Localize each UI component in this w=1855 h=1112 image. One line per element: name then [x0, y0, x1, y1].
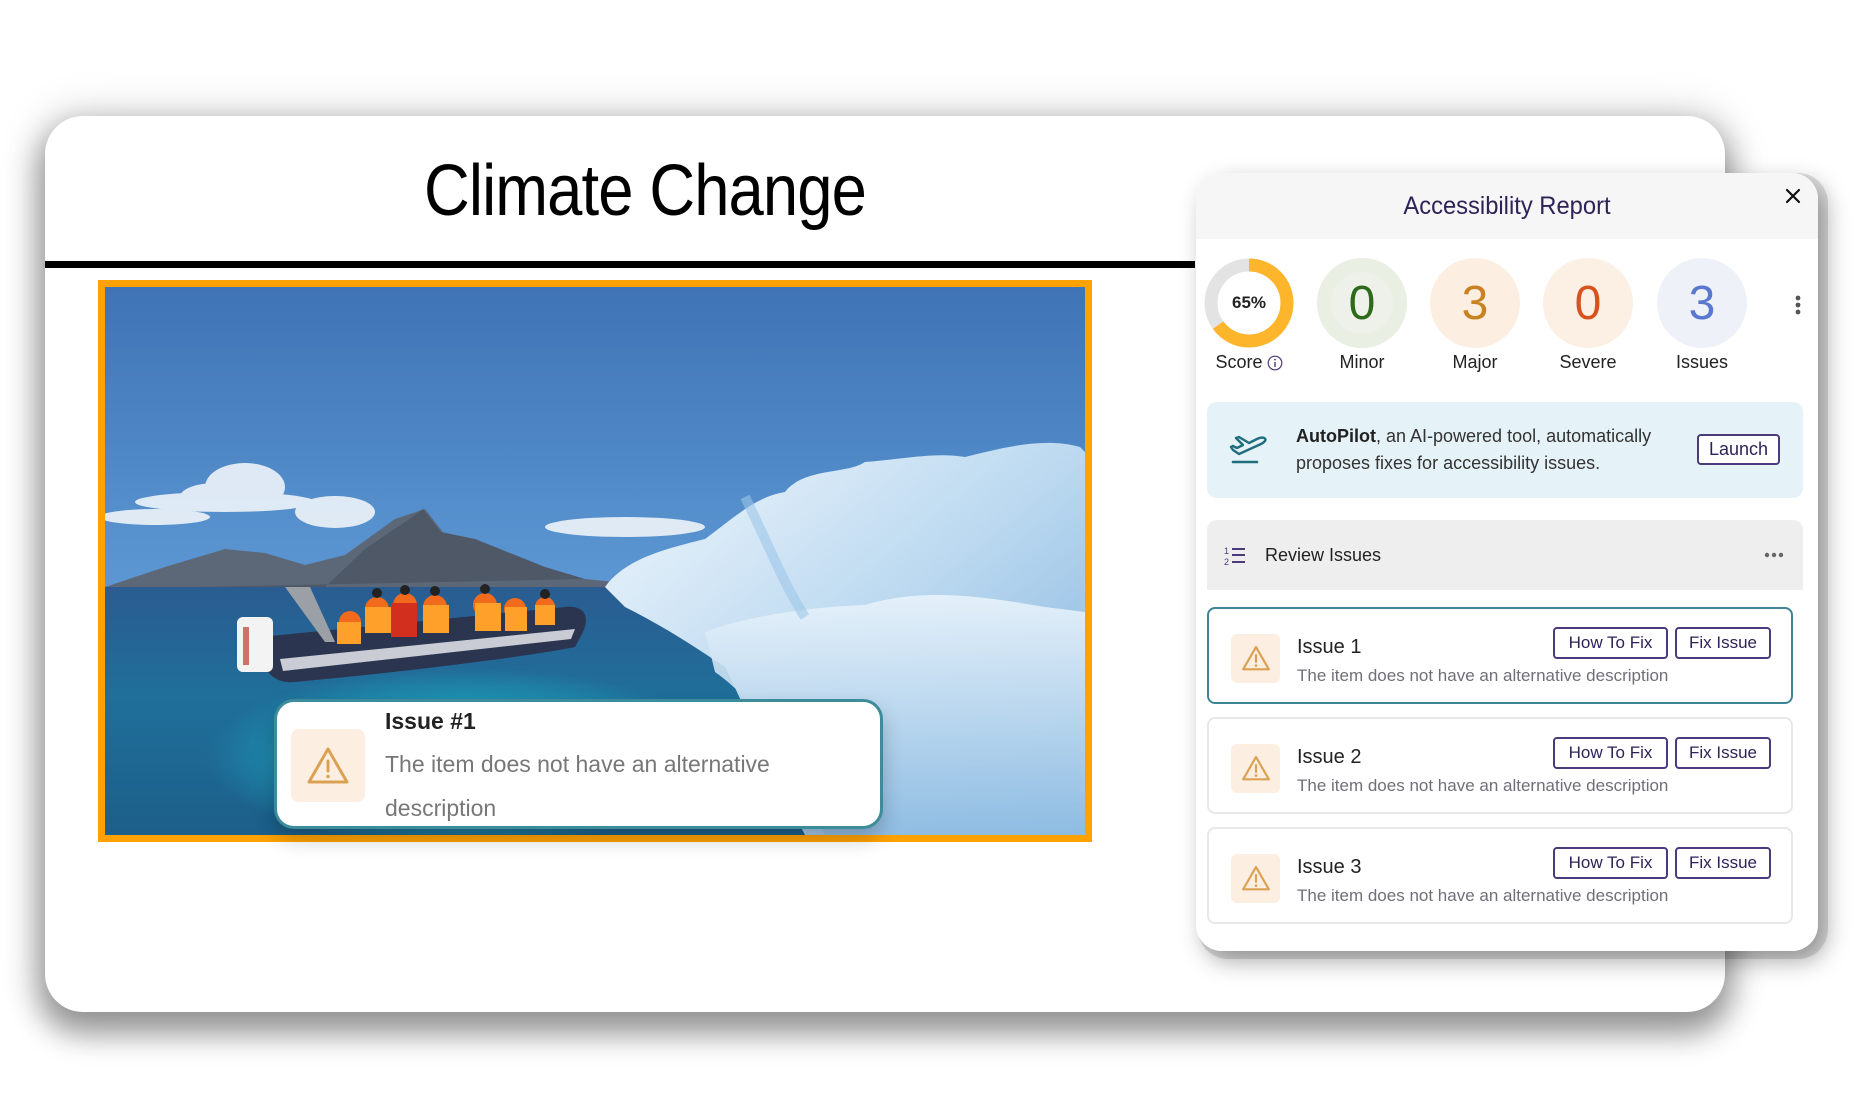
issues-label: Issues — [1675, 352, 1729, 372]
autopilot-description: AutoPilot, an AI-powered tool, automatic… — [1296, 423, 1696, 477]
fix-issue-button[interactable]: Fix Issue — [1675, 847, 1771, 879]
info-icon[interactable] — [1267, 355, 1283, 371]
autopilot-name: AutoPilot — [1296, 426, 1376, 446]
autopilot-text-1: , an AI-powered tool, automatically — [1375, 426, 1652, 446]
launch-button[interactable]: Launch — [1697, 434, 1780, 465]
stat-major[interactable]: 3 Major — [1425, 258, 1525, 373]
issues-count: 3 — [1688, 276, 1716, 330]
close-icon — [1785, 188, 1801, 204]
issue-title: Issue 3 — [1297, 856, 1362, 878]
warning-triangle-icon — [307, 747, 349, 783]
issue-warning-badge — [1231, 854, 1280, 903]
stats-row: 65% Score 0 Minor 3 Major 0 Severe 3 Iss… — [1196, 258, 1818, 372]
severe-count-circle: 0 — [1543, 258, 1633, 348]
svg-text:1: 1 — [1224, 546, 1229, 556]
accessibility-report-panel: Accessibility Report 65% Score 0 Minor 3… — [1196, 173, 1818, 951]
major-count: 3 — [1461, 276, 1489, 330]
minor-count-circle: 0 — [1317, 258, 1407, 348]
review-issues-header[interactable]: 1 2 Review Issues — [1207, 520, 1803, 590]
issue-card[interactable]: Issue 1 The item does not have an altern… — [1207, 607, 1793, 704]
stat-severe[interactable]: 0 Severe — [1538, 258, 1638, 373]
review-more-button[interactable] — [1759, 540, 1789, 570]
issue-description: The item does not have an alternative de… — [1297, 666, 1669, 685]
major-count-circle: 3 — [1430, 258, 1520, 348]
autopilot-banner: AutoPilot, an AI-powered tool, automatic… — [1207, 402, 1803, 498]
fix-issue-button[interactable]: Fix Issue — [1675, 627, 1771, 659]
issues-count-circle: 3 — [1657, 258, 1747, 348]
panel-title: Accessibility Report — [1403, 192, 1611, 220]
issue-description: The item does not have an alternative de… — [1297, 776, 1669, 795]
autopilot-icon-wrap — [1227, 432, 1271, 473]
airplane-takeoff-icon — [1229, 435, 1267, 464]
minor-count: 0 — [1348, 276, 1376, 330]
autopilot-text-2: proposes fixes for accessibility issues. — [1296, 453, 1601, 473]
fix-issue-button[interactable]: Fix Issue — [1675, 737, 1771, 769]
tooltip-warning-badge — [291, 729, 365, 802]
more-options-button[interactable] — [1788, 290, 1808, 320]
score-percent: 65% — [1231, 293, 1267, 312]
panel-header: Accessibility Report — [1196, 173, 1818, 239]
issue-title: Issue 1 — [1297, 636, 1362, 658]
issue-description: The item does not have an alternative de… — [1297, 886, 1669, 905]
tooltip-description: The item does not have an alternative de… — [385, 751, 770, 821]
close-button[interactable] — [1780, 183, 1806, 209]
tooltip-title: Issue #1 — [385, 708, 476, 734]
severe-count: 0 — [1574, 276, 1602, 330]
review-issues-title: Review Issues — [1265, 545, 1382, 565]
warning-triangle-icon — [1241, 865, 1270, 891]
issue-warning-badge — [1231, 744, 1280, 793]
how-to-fix-button[interactable]: How To Fix — [1553, 737, 1668, 769]
issue-tooltip: Issue #1 The item does not have an alter… — [274, 699, 883, 829]
how-to-fix-button[interactable]: How To Fix — [1553, 847, 1668, 879]
how-to-fix-button[interactable]: How To Fix — [1553, 627, 1668, 659]
warning-triangle-icon — [1241, 755, 1270, 781]
severe-label: Severe — [1559, 352, 1617, 372]
issue-card[interactable]: Issue 2 The item does not have an altern… — [1207, 717, 1793, 814]
title-divider — [45, 261, 1195, 268]
numbered-list-icon: 1 2 — [1224, 546, 1245, 567]
score-label: Score — [1215, 352, 1263, 372]
issue-card[interactable]: Issue 3 The item does not have an altern… — [1207, 827, 1793, 924]
score-label-row: Score — [1199, 352, 1299, 373]
minor-label: Minor — [1339, 352, 1385, 372]
score-ring: 65% — [1204, 258, 1294, 348]
kebab-menu-icon — [1795, 295, 1801, 315]
stat-issues[interactable]: 3 Issues — [1652, 258, 1752, 373]
stat-score: 65% Score — [1199, 258, 1299, 373]
ellipsis-icon — [1764, 552, 1784, 558]
major-label: Major — [1452, 352, 1498, 372]
slide-title: Climate Change — [423, 151, 867, 231]
issue-title: Issue 2 — [1297, 746, 1362, 768]
svg-text:2: 2 — [1224, 557, 1229, 567]
warning-triangle-icon — [1241, 645, 1270, 671]
review-issues-section: 1 2 Review Issues Issue 1 The item does … — [1207, 520, 1803, 951]
stat-minor[interactable]: 0 Minor — [1312, 258, 1412, 373]
issue-warning-badge — [1231, 634, 1280, 683]
